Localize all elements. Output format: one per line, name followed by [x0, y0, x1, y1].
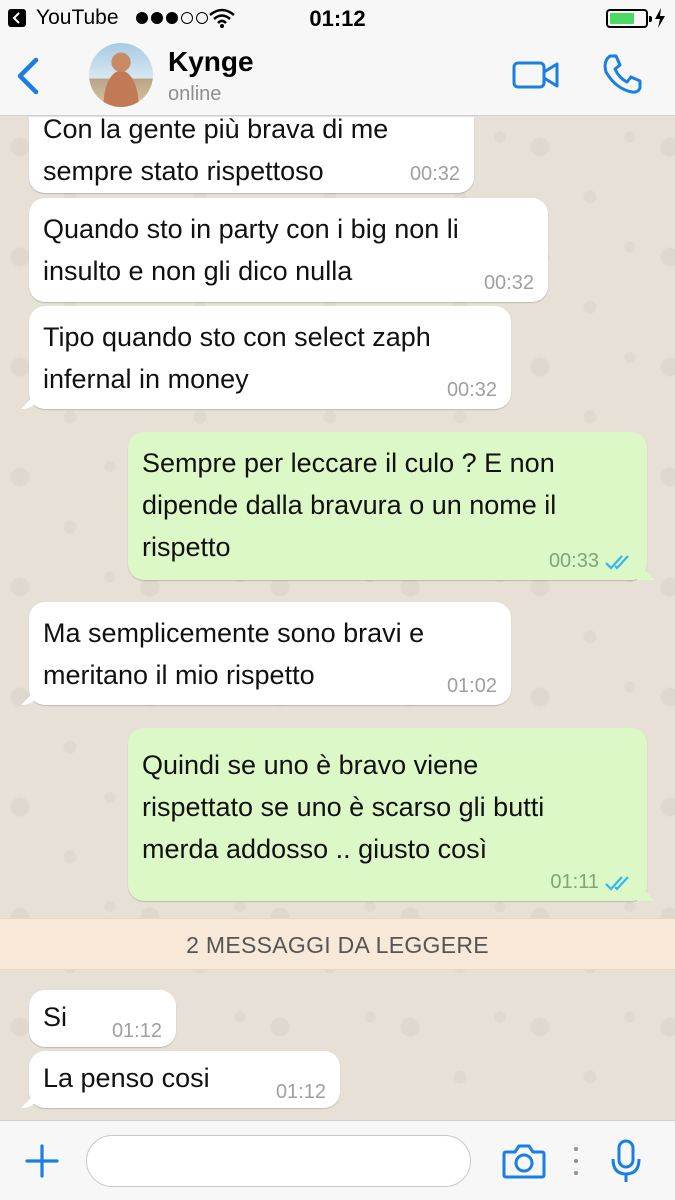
avatar[interactable] [89, 43, 153, 107]
unread-messages-banner: 2 MESSAGGI DA LEGGERE [0, 918, 675, 970]
more-options-icon[interactable] [572, 1147, 580, 1175]
message-time: 00:32 [409, 163, 460, 185]
message-incoming[interactable]: Si 01:12 [29, 990, 176, 1047]
chat-header: Kynge online [0, 36, 675, 116]
plus-icon[interactable] [24, 1143, 60, 1179]
message-incoming[interactable]: Con la gente più brava di me sempre stato… [29, 117, 474, 193]
camera-icon[interactable] [502, 1143, 546, 1179]
message-incoming[interactable]: Quando sto in party con i big non li insu… [29, 198, 548, 302]
message-time: 00:32 [483, 272, 534, 294]
chat-area[interactable]: Con la gente più brava di me sempre stato… [0, 117, 675, 1120]
message-incoming[interactable]: Ma semplicemente sono bravi e meritano il… [29, 602, 511, 705]
message-incoming[interactable]: Tipo quando sto con select zaph infernal … [29, 306, 511, 409]
message-incoming[interactable]: La penso cosi 01:12 [29, 1051, 340, 1108]
message-time: 01:12 [111, 1020, 162, 1042]
message-outgoing[interactable]: Quindi se uno è bravo viene rispettato se… [128, 728, 647, 901]
message-text: Con la gente più brava di me sempre stato… [43, 117, 389, 186]
battery-level-fill [610, 13, 634, 24]
clock: 01:12 [309, 6, 366, 31]
read-ticks-icon [605, 876, 629, 891]
message-time: 01:02 [446, 675, 497, 697]
back-chevron-icon[interactable] [12, 56, 44, 96]
message-time: 01:11 [550, 871, 599, 893]
phone-call-icon[interactable] [600, 52, 644, 96]
read-ticks-icon [605, 555, 629, 570]
message-text: Quindi se uno è bravo viene rispettato se… [142, 750, 545, 864]
message-input-bar [0, 1120, 675, 1200]
message-input[interactable] [86, 1135, 471, 1187]
microphone-icon[interactable] [610, 1139, 642, 1185]
message-text: Quando sto in party con i big non li insu… [43, 214, 459, 286]
message-text: Ma semplicemente sono bravi e meritano il… [43, 618, 425, 690]
message-outgoing[interactable]: Sempre per leccare il culo ? E non dipend… [128, 432, 647, 580]
contact-status: online [168, 83, 222, 105]
contact-name[interactable]: Kynge [168, 46, 254, 78]
battery-icon [606, 9, 652, 28]
message-time: 01:12 [275, 1081, 326, 1103]
video-call-icon[interactable] [512, 60, 560, 90]
message-time: 00:32 [446, 379, 497, 401]
status-bar: YouTube 01:12 [0, 0, 675, 36]
message-time: 00:33 [548, 550, 599, 572]
charging-bolt-icon [655, 8, 665, 28]
message-text: Tipo quando sto con select zaph infernal … [43, 322, 431, 394]
